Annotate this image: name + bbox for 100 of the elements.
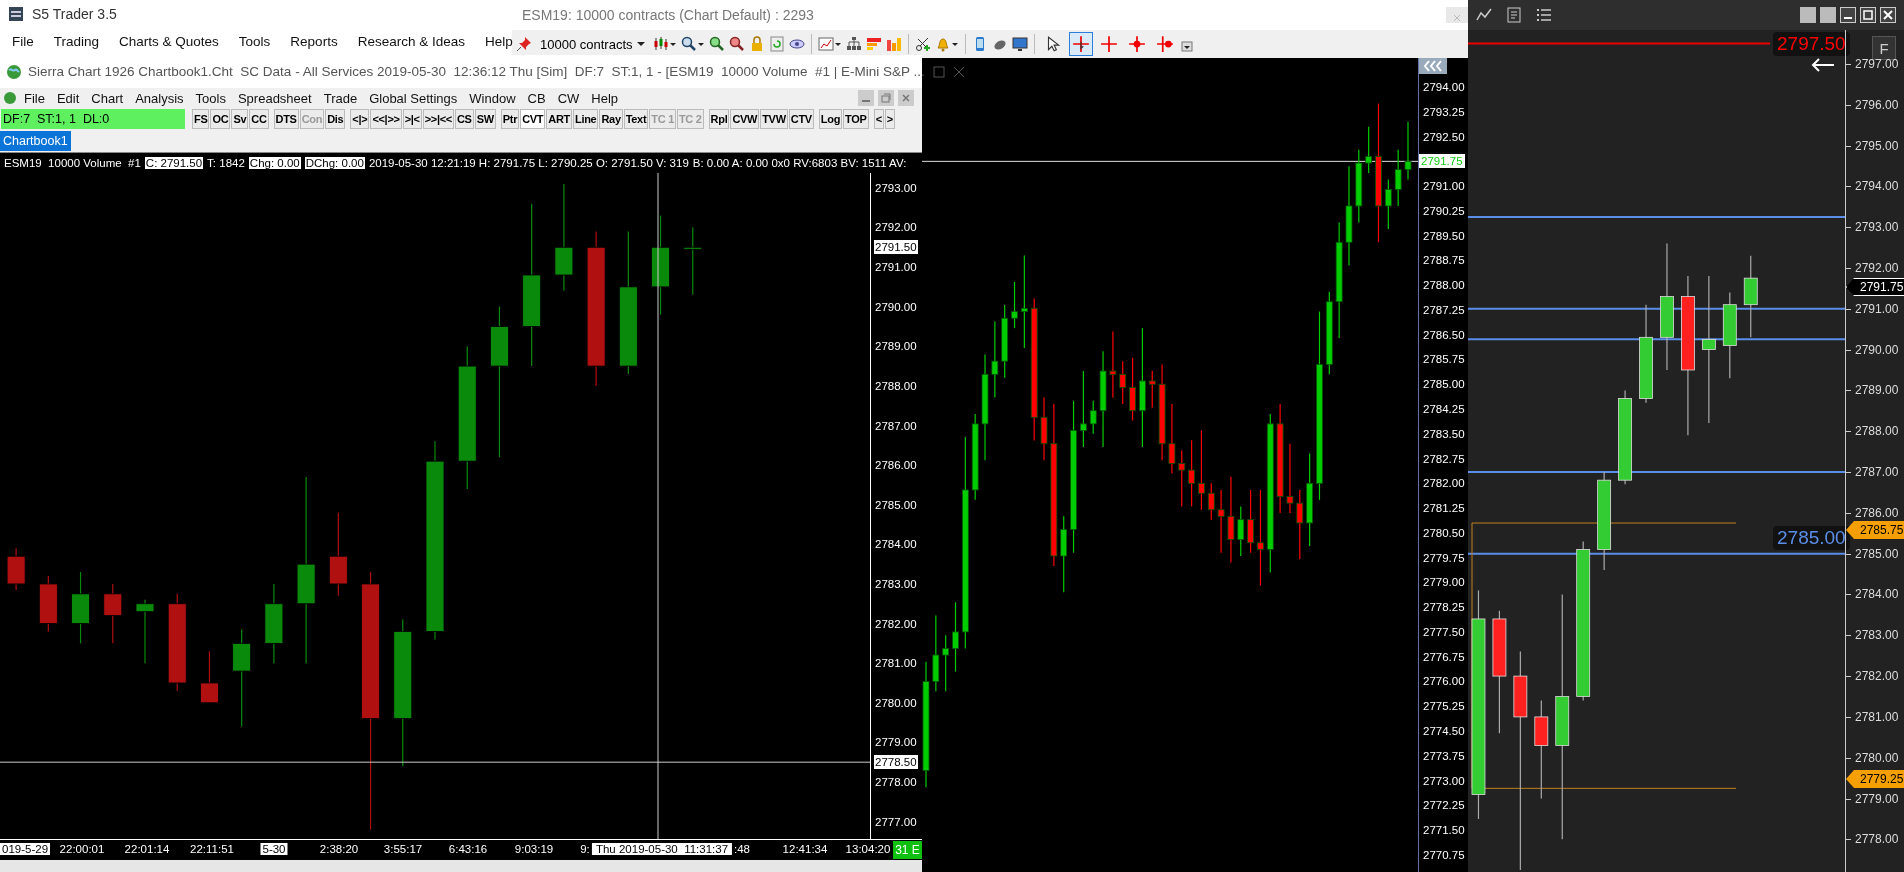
toolbar-button[interactable]: Line [573,109,599,129]
axis-label: 2793.25 [1423,104,1465,119]
toolbar-button[interactable]: TOP [843,109,869,129]
toolbar-button[interactable]: CVT [520,109,546,129]
crosshair-icon[interactable] [1068,32,1093,56]
toolbar-button[interactable]: Ptr [500,109,520,129]
candle [1286,443,1294,514]
menu-item[interactable]: Chart [85,90,130,106]
toolbar-button[interactable]: < [873,109,884,129]
caret-icon[interactable] [636,41,645,47]
menu-item[interactable]: File [2,31,44,51]
search-icon[interactable] [680,36,705,52]
toolbar-button[interactable]: CTV [788,109,814,129]
menu-item[interactable]: Window [463,90,522,106]
price-marker: 2791.50 [874,240,918,254]
toolbar-button[interactable]: > [884,109,895,129]
quote-field: 2019-05-30 12:21:19 H: 2791.75 L: 2790.25 O: 2791.50 V: 319 [368,156,689,169]
toolbar-button[interactable]: CS [454,109,474,129]
axis-label: 2777.00 [875,814,917,829]
toolbar-button[interactable]: Rpl [708,109,730,129]
zoom-in-icon[interactable] [708,36,725,52]
toolbar-button[interactable]: Text [623,109,649,129]
maximize-icon[interactable] [1860,7,1876,23]
candle [1011,281,1018,329]
pin-icon[interactable] [516,36,532,52]
axis-label: 2789.00 [1855,383,1899,398]
menu-item[interactable]: Tools [228,31,281,51]
toolbar-button[interactable]: FS [192,109,210,129]
menu-item[interactable]: Global Settings [363,90,464,106]
toolbar-button[interactable]: Ray [599,109,623,129]
axis-label: 2790.25 [1423,203,1465,218]
list-icon[interactable] [1536,7,1552,23]
minimize-icon[interactable] [1840,7,1856,23]
toolbar-button[interactable]: CC [249,109,269,129]
axis-label: 2792.00 [875,220,917,235]
menu-item[interactable]: File [18,90,51,106]
price-level-line[interactable] [1468,552,1845,555]
refresh-icon[interactable] [768,36,785,52]
axis-label: 2778.25 [1423,600,1465,615]
candlestick-icon[interactable] [652,36,677,52]
toolbar-button[interactable]: OC [210,109,231,129]
toolbar-button[interactable]: <|> [350,109,370,129]
axis-label: 2781.00 [875,656,917,671]
line-chart-icon[interactable] [1476,7,1492,23]
toolbar-button[interactable]: Log [818,109,843,129]
hierarchy-icon[interactable] [845,36,862,52]
scissors-icon[interactable] [914,36,931,52]
chart-icon[interactable] [817,36,842,52]
monitor-icon[interactable] [1011,36,1028,52]
candle [1040,396,1048,461]
candle [1089,400,1097,435]
menu-item[interactable]: Tools [189,90,232,106]
menu-item[interactable]: Reports [280,31,348,51]
candle [683,226,703,296]
menu-item[interactable]: Help [474,31,523,51]
price-level-line[interactable] [1468,307,1845,310]
quote-field: DChg: 0.00 [304,156,365,169]
quote-field: T: 1842 [207,156,245,169]
menu-item[interactable]: Charts & Quotes [109,31,229,51]
price-level-line[interactable] [1468,215,1845,218]
price-tag: 2779.25 [1846,770,1904,788]
menu-item[interactable]: Research & Ideas [347,31,475,51]
contracts-dropdown[interactable]: 10000 contracts [536,36,649,52]
price-level-line[interactable] [1468,338,1845,341]
menu-item[interactable]: Spreadsheet [231,90,318,106]
toolbar-button[interactable]: CVW [730,109,760,129]
toolbar-button[interactable]: DTS [273,109,299,129]
menu-item[interactable]: Edit [50,90,86,106]
axis-label: 2794.00 [1423,80,1465,95]
color-bars-icon[interactable] [865,36,882,52]
menu-item[interactable]: Help [585,90,625,106]
close-icon[interactable] [1880,7,1896,23]
menu-item[interactable]: CB [521,90,552,106]
toolbar-button[interactable]: SW [474,109,496,129]
toolbar-button[interactable]: >>|<< [422,109,454,129]
candle [135,599,155,664]
scroll-bar[interactable] [0,860,922,872]
toolbar-button[interactable]: ART [546,109,572,129]
menu-item[interactable]: Trade [317,90,364,106]
toolbar-button[interactable]: Dis [325,109,346,129]
axis-label: 2770.75 [1423,847,1465,862]
menu-item[interactable]: Analysis [129,90,190,106]
cursor-time-label: Thu 2019-05-30 11:31:37 [591,843,733,855]
toolbar-button[interactable]: Sv [231,109,249,129]
menu-item[interactable]: Trading [43,31,110,51]
arrow-left-icon[interactable] [1810,58,1836,72]
toolbar-button[interactable]: >|< [402,109,422,129]
toolbar-button[interactable]: TVW [760,109,788,129]
eye-icon[interactable] [788,36,805,52]
zoom-out-icon[interactable] [728,36,745,52]
chartbook-tab[interactable]: Chartbook1 [0,131,71,151]
menu-item[interactable]: CW [551,90,586,106]
toolbar-button[interactable]: <<|>> [370,109,402,129]
app-icon[interactable] [2,90,18,106]
axis-button[interactable]: F [1872,36,1896,60]
axis-label: 2785.75 [1423,352,1465,367]
bar-chart-icon[interactable] [885,36,902,52]
document-icon[interactable] [1506,7,1522,23]
price-line-label: 2797.50 [1773,32,1850,56]
time-label: 3:55:17 [383,843,423,855]
